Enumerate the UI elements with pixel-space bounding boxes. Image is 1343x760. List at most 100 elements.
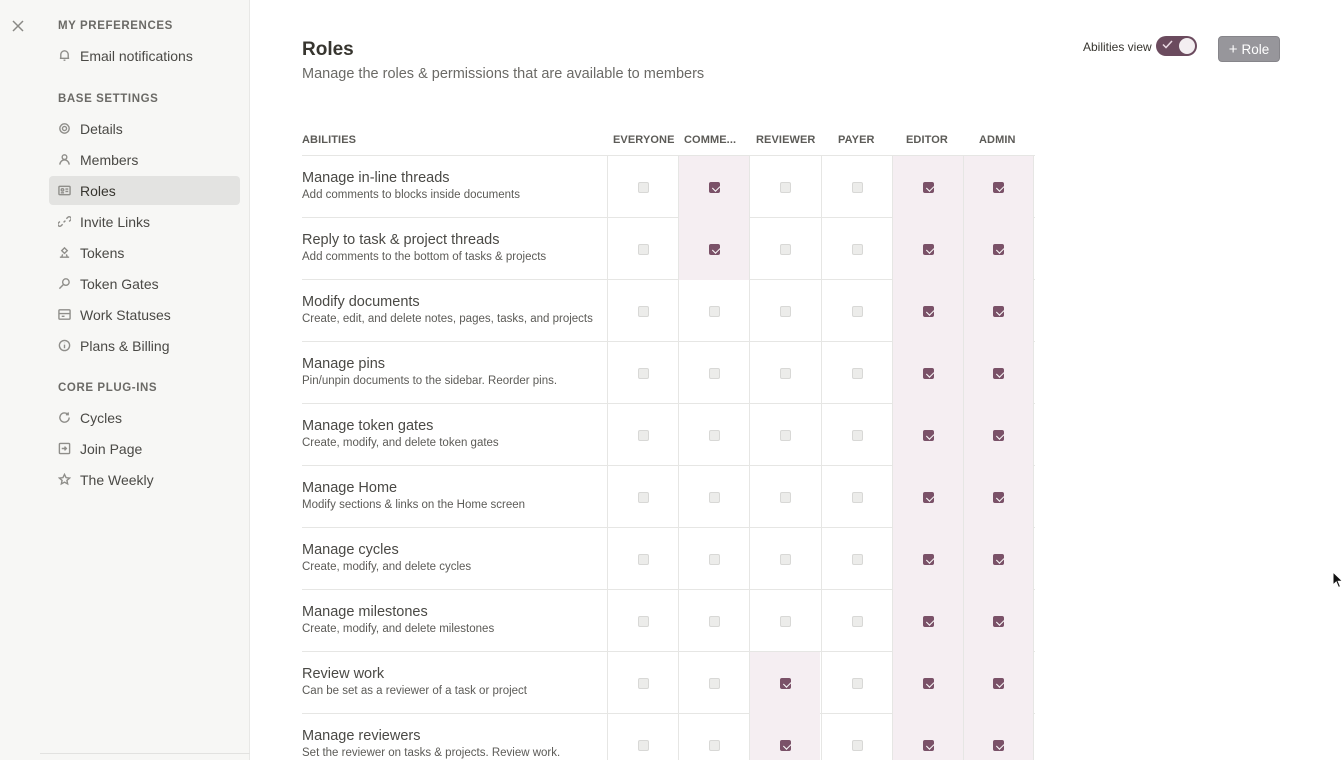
permission-checkbox[interactable] bbox=[779, 367, 791, 379]
permission-checkbox[interactable] bbox=[851, 367, 863, 379]
permission-checkbox[interactable] bbox=[851, 739, 863, 751]
sidebar-item-label: Invite Links bbox=[80, 213, 151, 230]
permission-checkbox[interactable] bbox=[779, 677, 791, 689]
sidebar-item-cycles[interactable]: Cycles bbox=[49, 403, 240, 432]
permission-cell bbox=[963, 218, 1034, 280]
permission-checkbox[interactable] bbox=[922, 243, 934, 255]
permission-checkbox[interactable] bbox=[708, 181, 720, 193]
sidebar-item-details[interactable]: Details bbox=[49, 114, 240, 143]
sidebar-item-plans-billing[interactable]: Plans & Billing bbox=[49, 331, 240, 360]
permission-checkbox[interactable] bbox=[851, 243, 863, 255]
section-title-my-preferences: MY PREFERENCES bbox=[58, 20, 173, 32]
permission-cell bbox=[678, 280, 749, 342]
sidebar-item-the-weekly[interactable]: The Weekly bbox=[49, 465, 240, 494]
permission-checkbox[interactable] bbox=[708, 243, 720, 255]
permission-checkbox[interactable] bbox=[922, 181, 934, 193]
permission-checkbox[interactable] bbox=[922, 677, 934, 689]
permission-checkbox[interactable] bbox=[993, 491, 1004, 503]
link-icon bbox=[57, 215, 71, 229]
permission-checkbox[interactable] bbox=[851, 181, 863, 193]
permission-checkbox[interactable] bbox=[922, 429, 934, 441]
permission-checkbox[interactable] bbox=[637, 429, 649, 441]
close-button[interactable] bbox=[9, 17, 27, 35]
permission-checkbox[interactable] bbox=[922, 367, 934, 379]
sidebar-item-invite-links[interactable]: Invite Links bbox=[49, 207, 240, 236]
permission-checkbox[interactable] bbox=[922, 553, 934, 565]
permission-checkbox[interactable] bbox=[993, 677, 1004, 689]
ability-title: Manage pins bbox=[302, 356, 386, 372]
permission-checkbox[interactable] bbox=[851, 615, 863, 627]
permission-checkbox[interactable] bbox=[922, 739, 934, 751]
permission-checkbox[interactable] bbox=[922, 305, 934, 317]
permission-checkbox[interactable] bbox=[779, 553, 791, 565]
permission-checkbox[interactable] bbox=[993, 181, 1004, 193]
permission-checkbox[interactable] bbox=[779, 243, 791, 255]
permission-checkbox[interactable] bbox=[708, 305, 720, 317]
permission-checkbox[interactable] bbox=[637, 181, 649, 193]
permission-checkbox[interactable] bbox=[779, 491, 791, 503]
permission-cell bbox=[749, 466, 820, 528]
permission-checkbox[interactable] bbox=[851, 677, 863, 689]
permission-checkbox[interactable] bbox=[637, 305, 649, 317]
permission-cell bbox=[963, 714, 1034, 760]
sidebar-item-token-gates[interactable]: Token Gates bbox=[49, 269, 240, 298]
permission-checkbox[interactable] bbox=[637, 491, 649, 503]
plus-icon: + bbox=[1228, 40, 1238, 58]
permission-checkbox[interactable] bbox=[637, 615, 649, 627]
permission-checkbox[interactable] bbox=[708, 739, 720, 751]
permission-checkbox[interactable] bbox=[708, 615, 720, 627]
key-icon bbox=[57, 277, 71, 291]
permission-checkbox[interactable] bbox=[851, 305, 863, 317]
sidebar-item-members[interactable]: Members bbox=[49, 145, 240, 174]
permission-checkbox[interactable] bbox=[993, 367, 1004, 379]
permission-cell bbox=[678, 714, 749, 760]
permission-checkbox[interactable] bbox=[637, 243, 649, 255]
permission-checkbox[interactable] bbox=[637, 367, 649, 379]
permission-cell bbox=[678, 652, 749, 714]
ability-title: Review work bbox=[302, 666, 385, 682]
ability-description: Create, edit, and delete notes, pages, t… bbox=[302, 313, 593, 325]
permission-checkbox[interactable] bbox=[993, 305, 1004, 317]
permission-cell bbox=[892, 280, 963, 342]
permission-checkbox[interactable] bbox=[993, 429, 1004, 441]
permission-cell bbox=[749, 652, 820, 714]
sidebar-item-work-statuses[interactable]: Work Statuses bbox=[49, 300, 240, 329]
permission-checkbox[interactable] bbox=[779, 181, 791, 193]
page-title: Roles bbox=[302, 39, 354, 60]
permission-checkbox[interactable] bbox=[851, 491, 863, 503]
sidebar-item-email-notifications[interactable]: Email notifications bbox=[49, 41, 240, 70]
permission-cell bbox=[607, 404, 678, 466]
permission-checkbox[interactable] bbox=[922, 615, 934, 627]
permission-checkbox[interactable] bbox=[779, 429, 791, 441]
permission-checkbox[interactable] bbox=[708, 429, 720, 441]
permission-checkbox[interactable] bbox=[993, 615, 1004, 627]
permission-cell bbox=[607, 156, 678, 218]
page-subtitle: Manage the roles & permissions that are … bbox=[302, 66, 705, 82]
permission-checkbox[interactable] bbox=[993, 243, 1004, 255]
permission-checkbox[interactable] bbox=[851, 429, 863, 441]
sidebar-item-join-page[interactable]: Join Page bbox=[49, 434, 240, 463]
permission-checkbox[interactable] bbox=[993, 739, 1004, 751]
sidebar-item-roles[interactable]: Roles bbox=[49, 176, 240, 205]
id-card-icon bbox=[57, 184, 71, 198]
permission-cell bbox=[607, 652, 678, 714]
permission-checkbox[interactable] bbox=[993, 553, 1004, 565]
sidebar-item-tokens[interactable]: Tokens bbox=[49, 238, 240, 267]
permission-checkbox[interactable] bbox=[637, 553, 649, 565]
add-role-button[interactable]: + Role bbox=[1218, 36, 1280, 62]
permission-checkbox[interactable] bbox=[779, 615, 791, 627]
column-header-everyone: EVERYONE bbox=[613, 134, 675, 146]
permission-checkbox[interactable] bbox=[708, 367, 720, 379]
permission-checkbox[interactable] bbox=[779, 305, 791, 317]
permission-checkbox[interactable] bbox=[708, 491, 720, 503]
token-icon bbox=[57, 246, 71, 260]
sidebar-item-label: Join Page bbox=[80, 440, 143, 457]
permission-checkbox[interactable] bbox=[637, 677, 649, 689]
permission-checkbox[interactable] bbox=[779, 739, 791, 751]
permission-checkbox[interactable] bbox=[851, 553, 863, 565]
permission-checkbox[interactable] bbox=[708, 553, 720, 565]
permission-checkbox[interactable] bbox=[922, 491, 934, 503]
permission-checkbox[interactable] bbox=[708, 677, 720, 689]
abilities-view-toggle[interactable] bbox=[1156, 36, 1197, 56]
permission-checkbox[interactable] bbox=[637, 739, 649, 751]
